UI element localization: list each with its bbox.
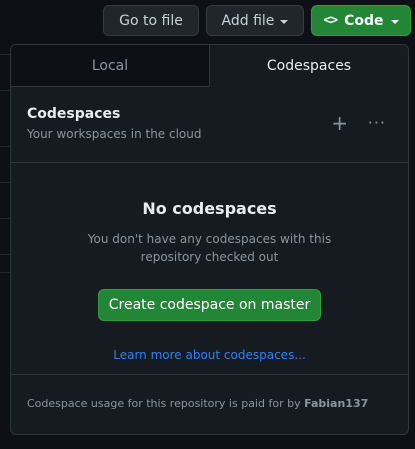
empty-desc-line: repository checked out [140, 250, 279, 264]
code-brackets-icon: <> [323, 13, 338, 28]
footer-user: Fabian137 [304, 397, 369, 410]
empty-state-description: You don't have any codespaces with this … [11, 230, 408, 266]
empty-state-title: No codespaces [142, 199, 277, 218]
codespaces-header: Codespaces Your workspaces in the cloud … [11, 87, 408, 163]
tab-codespaces-label: Codespaces [266, 57, 352, 74]
add-file-button[interactable]: Add file [206, 5, 304, 36]
tab-codespaces[interactable]: Codespaces [209, 45, 408, 87]
code-label: Code [344, 12, 384, 29]
code-dropdown-panel: Local Codespaces Codespaces Your workspa… [10, 44, 409, 435]
empty-state: No codespaces You don't have any codespa… [11, 163, 408, 362]
empty-desc-line: You don't have any codespaces with this [87, 232, 332, 246]
plus-icon[interactable]: + [331, 113, 348, 133]
triangle-down-icon [390, 19, 399, 24]
go-to-file-label: Go to file [119, 12, 183, 29]
dropdown-tabs: Local Codespaces [11, 45, 408, 87]
triangle-down-icon [280, 19, 289, 24]
repo-toolbar: Go to file Add file <> Code [103, 5, 411, 36]
tab-local-label: Local [91, 57, 129, 74]
learn-more-link[interactable]: Learn more about codespaces... [11, 348, 408, 362]
tab-local[interactable]: Local [11, 45, 209, 87]
go-to-file-button[interactable]: Go to file [103, 5, 199, 36]
create-codespace-button[interactable]: Create codespace on master [98, 289, 321, 321]
billing-footer: Codespace usage for this repository is p… [11, 374, 408, 434]
add-file-label: Add file [221, 12, 275, 29]
footer-text: Codespace usage for this repository is p… [27, 397, 301, 410]
kebab-horizontal-icon[interactable]: ··· [368, 113, 386, 133]
code-button[interactable]: <> Code [311, 5, 411, 36]
